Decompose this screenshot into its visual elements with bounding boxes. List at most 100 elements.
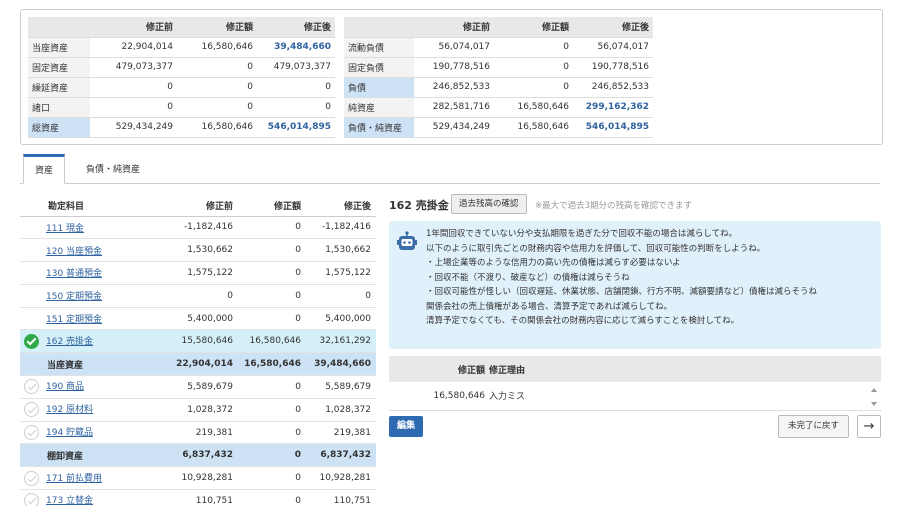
tab-bar: 資産 負債・純資産	[20, 154, 880, 184]
account-before: 110,751	[170, 489, 238, 506]
account-row[interactable]: 190 商品 5,589,679 0 5,589,679	[20, 375, 376, 399]
summary-label: 繰延資産	[28, 77, 90, 98]
liabilities-summary-table: 修正前 修正額 修正後 流動負債 56,074,017 0 56,074,017 固定負債 1…	[344, 17, 653, 138]
summary-label: 負債・純資産	[344, 117, 414, 138]
tab-assets[interactable]: 資産	[23, 154, 65, 184]
summary-before: 56,074,017	[414, 37, 494, 58]
scroll-up-icon[interactable]	[871, 388, 877, 392]
account-name-cell: 162 売掛金	[20, 329, 170, 354]
account-link[interactable]: 162 売掛金	[46, 337, 93, 347]
account-row[interactable]: 130 普通預金 1,575,122 0 1,575,122	[20, 261, 376, 285]
summary-amount: 0	[177, 97, 257, 118]
account-amount: 0	[238, 421, 306, 445]
revision-scrollbar[interactable]	[868, 384, 880, 410]
account-link[interactable]: 120 当座預金	[46, 247, 102, 257]
summary-after: 479,073,377	[257, 57, 335, 78]
summary-after: 246,852,533	[573, 77, 653, 98]
account-link[interactable]: 173 立替金	[46, 496, 93, 506]
account-row[interactable]: 192 原材料 1,028,372 0 1,028,372	[20, 398, 376, 422]
accounts-table: 勘定科目 修正前 修正額 修正後 111 現金 -1,182,416 0 -1,182,41…	[20, 195, 376, 506]
summary-before: 0	[90, 77, 177, 98]
account-link[interactable]: 192 原材料	[46, 405, 93, 415]
account-row[interactable]: 111 現金 -1,182,416 0 -1,182,416	[20, 216, 376, 240]
assets-summary-header: 修正後	[257, 17, 335, 38]
assets-summary-header	[28, 17, 90, 38]
account-row[interactable]: 171 前払費用 10,928,281 0 10,928,281	[20, 466, 376, 491]
summary-after: 299,162,362	[573, 97, 653, 118]
summary-amount: 0	[177, 57, 257, 78]
summary-after: 0	[257, 97, 335, 118]
account-after: 32,161,292	[306, 329, 376, 354]
revision-reason: 入力ミス	[489, 382, 881, 411]
summary-before: 22,904,014	[90, 37, 177, 58]
summary-after: 0	[257, 77, 335, 98]
account-before: 6,837,432	[170, 443, 238, 468]
subtotal-row: 棚卸資産 6,837,432 0 6,837,432	[20, 443, 376, 468]
account-after: 6,837,432	[306, 443, 376, 468]
account-link[interactable]: 190 商品	[46, 382, 84, 392]
next-arrow-button[interactable]: →	[857, 415, 881, 438]
account-link[interactable]: 194 貯蔵品	[46, 428, 93, 438]
account-row[interactable]: 150 定期預金 0 0 0	[20, 284, 376, 308]
check-done-icon	[24, 333, 39, 349]
assets-summary-row: 繰延資産 0 0 0	[28, 77, 335, 98]
past-balance-button[interactable]: 過去残高の確認	[451, 194, 527, 214]
advice-line: ・回収可能性が怪しい（回収遅延、休業状態、店舗閉鎖、行方不明、減額要請など）債権…	[426, 287, 818, 297]
account-name-cell: 171 前払費用	[20, 466, 170, 491]
account-title: 162 売掛金	[389, 199, 449, 212]
assets-summary-header: 修正額	[177, 17, 257, 38]
summary-label: 当座資産	[28, 37, 90, 58]
summary-before: 529,434,249	[414, 117, 494, 138]
account-row[interactable]: 173 立替金 110,751 0 110,751	[20, 489, 376, 506]
subtotal-row: 当座資産 22,904,014 16,580,646 39,484,660	[20, 352, 376, 377]
account-after: 110,751	[306, 489, 376, 506]
account-after: 39,484,660	[306, 352, 376, 377]
account-before: 22,904,014	[170, 352, 238, 377]
tab-liabilities-equity[interactable]: 負債・純資産	[76, 154, 150, 184]
account-amount: 0	[238, 284, 306, 308]
assets-summary-row: 当座資産 22,904,014 16,580,646 39,484,660	[28, 37, 335, 58]
account-name-cell: 120 当座預金	[20, 238, 170, 263]
summary-label: 諸口	[28, 97, 90, 118]
account-name-cell: 130 普通預金	[20, 261, 170, 285]
summary-label: 純資産	[344, 97, 414, 118]
advice-line: 関係会社の売上債権がある場合、清算予定であれば減らしてね。	[426, 301, 673, 312]
account-link[interactable]: 151 定期預金	[46, 315, 102, 325]
account-row[interactable]: 151 定期預金 5,400,000 0 5,400,000	[20, 307, 376, 331]
account-link[interactable]: 171 前払費用	[46, 474, 102, 484]
account-name-cell: 190 商品	[20, 375, 170, 399]
assets-summary-row: 固定資産 479,073,377 0 479,073,377	[28, 57, 335, 78]
assets-summary-row: 諸口 0 0 0	[28, 97, 335, 118]
account-link[interactable]: 150 定期預金	[46, 292, 102, 302]
account-row[interactable]: 120 当座預金 1,530,662 0 1,530,662	[20, 238, 376, 263]
account-before: 219,381	[170, 421, 238, 445]
account-link[interactable]: 111 現金	[46, 224, 84, 234]
edit-button[interactable]: 編集	[389, 416, 423, 437]
summary-before: 246,852,533	[414, 77, 494, 98]
mark-incomplete-button[interactable]: 未完了に戻す	[778, 415, 849, 438]
advice-line: ・上場企業等のような信用力の高い先の債権は減らす必要はないよ	[426, 258, 681, 268]
check-pending-icon	[24, 493, 39, 506]
summary-amount: 16,580,646	[494, 97, 573, 118]
scroll-down-icon[interactable]	[871, 402, 877, 406]
account-before: 1,530,662	[170, 238, 238, 263]
liabilities-summary-header: 修正前	[414, 17, 494, 38]
robot-icon	[397, 231, 417, 250]
account-name-cell: 111 現金	[20, 216, 170, 240]
summary-before: 529,434,249	[90, 117, 177, 138]
account-before: 10,928,281	[170, 466, 238, 491]
account-name-cell: 151 定期預金	[20, 307, 170, 331]
account-row[interactable]: 162 売掛金 15,580,646 16,580,646 32,161,292	[20, 329, 376, 354]
account-row[interactable]: 194 貯蔵品 219,381 0 219,381	[20, 421, 376, 445]
summary-after: 39,484,660	[257, 37, 335, 58]
summary-amount: 0	[494, 77, 573, 98]
summary-amount: 0	[494, 57, 573, 78]
summary-amount: 16,580,646	[494, 117, 573, 138]
account-before: 1,028,372	[170, 398, 238, 422]
summary-before: 282,581,716	[414, 97, 494, 118]
account-link[interactable]: 130 普通預金	[46, 269, 102, 279]
summary-amount: 0	[177, 77, 257, 98]
check-pending-icon	[24, 425, 39, 441]
account-amount: 0	[238, 466, 306, 491]
summary-before: 190,778,516	[414, 57, 494, 78]
